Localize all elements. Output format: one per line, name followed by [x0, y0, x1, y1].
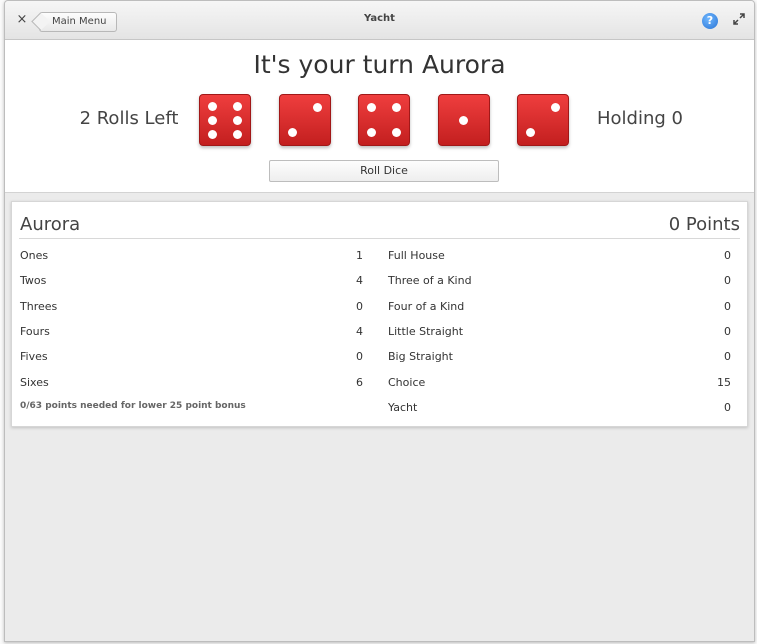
score-value: 0 [724, 299, 731, 313]
score-label: Fives [20, 350, 48, 364]
scorecard: Aurora 0 Points Ones 1 Twos 4 Threes 0 Fours 4 F… [11, 201, 748, 427]
die-pip [287, 128, 297, 137]
help-icon[interactable]: ? [702, 13, 718, 29]
rolls-left-label: 2 Rolls Left [79, 108, 179, 129]
die-4[interactable] [437, 94, 490, 146]
bonus-note: 0/63 points needed for lower 25 point bo… [20, 401, 246, 411]
score-value: 0 [724, 324, 731, 338]
lower-score-row[interactable]: Three of a Kind 0 [388, 274, 731, 290]
score-label: Full House [388, 249, 445, 262]
maximize-icon[interactable] [733, 13, 745, 25]
holding-label: Holding 0 [597, 108, 683, 129]
lower-score-row[interactable]: Yacht 0 [388, 401, 731, 417]
die-pip [233, 129, 242, 139]
score-label: Four of a Kind [388, 299, 465, 313]
upper-score-row[interactable]: Twos 4 [20, 274, 363, 290]
upper-score-row[interactable]: Threes 0 [20, 300, 363, 316]
player-name: Aurora [20, 214, 81, 235]
score-label: Ones [20, 249, 49, 262]
die-5[interactable] [517, 94, 569, 146]
score-label: Twos [20, 274, 47, 288]
title-bar: × Main Menu Yacht ? [5, 1, 754, 40]
die-pip [367, 128, 376, 137]
score-label: Threes [20, 299, 58, 313]
lower-score-row[interactable]: Four of a Kind 0 [388, 300, 731, 316]
turn-heading: It's your turn Aurora [253, 50, 506, 79]
score-value: 0 [356, 350, 363, 364]
die-3[interactable] [358, 94, 410, 146]
die-2[interactable] [278, 94, 331, 146]
die-pip [208, 101, 217, 111]
score-value: 15 [717, 375, 731, 389]
die-pip [392, 103, 401, 112]
window-title: Yacht [364, 13, 395, 24]
score-value: 0 [724, 274, 731, 288]
die-pip [551, 103, 560, 112]
score-label: Three of a Kind [388, 274, 472, 288]
app-window: × Main Menu Yacht ? It's your turn Auror… [4, 0, 755, 642]
turn-panel: It's your turn Aurora 2 Rolls Left Holdi… [5, 40, 754, 193]
upper-score-row[interactable]: Ones 1 [20, 249, 363, 265]
score-value: 0 [724, 249, 731, 262]
die-pip [526, 128, 535, 137]
score-label: Sixes [20, 375, 49, 389]
score-value: 6 [356, 375, 363, 389]
lower-score-row[interactable]: Little Straight 0 [388, 325, 731, 341]
lower-score-row[interactable]: Big Straight 0 [388, 350, 731, 366]
die-1[interactable] [199, 94, 251, 146]
score-label: Yacht [388, 400, 418, 414]
score-value: 1 [356, 249, 363, 262]
score-value: 4 [356, 324, 363, 338]
roll-dice-button[interactable]: Roll Dice [269, 160, 499, 182]
score-label: Little Straight [388, 324, 464, 338]
score-label: Big Straight [388, 350, 453, 364]
score-value: 4 [356, 274, 363, 288]
score-value: 0 [724, 350, 731, 364]
score-value: 0 [356, 299, 363, 313]
die-pip [312, 103, 322, 112]
die-pip [392, 128, 401, 137]
lower-score-row[interactable]: Choice 15 [388, 376, 731, 392]
die-pip [233, 101, 242, 111]
die-pip [208, 129, 217, 139]
die-pip [208, 115, 217, 125]
score-label: Fours [20, 324, 50, 338]
upper-score-row[interactable]: Fives 0 [20, 350, 363, 366]
lower-score-row[interactable]: Full House 0 [388, 249, 731, 265]
upper-score-row[interactable]: Fours 4 [20, 325, 363, 341]
die-pip [367, 103, 376, 112]
score-value: 0 [724, 400, 731, 414]
die-pip [233, 115, 242, 125]
divider [19, 238, 740, 239]
die-pip [459, 115, 468, 125]
player-points: 0 Points [668, 214, 740, 235]
score-label: Choice [388, 375, 426, 389]
upper-score-row[interactable]: Sixes 6 [20, 376, 363, 392]
